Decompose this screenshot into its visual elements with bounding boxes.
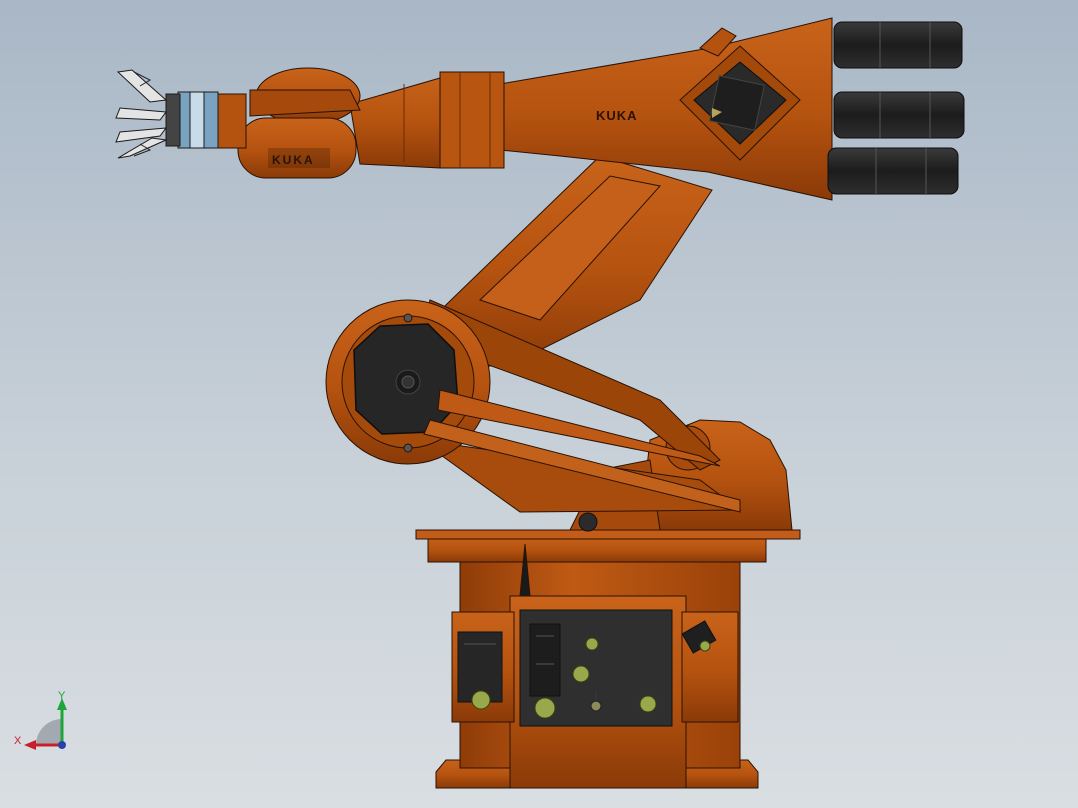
robot-wrist[interactable]: KUKA [212,68,360,178]
robot-base[interactable] [416,530,800,788]
gripper[interactable] [116,70,218,158]
x-axis-label: X [14,735,22,747]
kuka-logo-upper-arm: KUKA [596,108,638,123]
coordinate-triad: Y X [14,690,67,750]
cad-viewport[interactable]: KUKA KUKA [0,0,1078,808]
kuka-logo-wrist: KUKA [272,153,315,167]
robot-model[interactable]: KUKA KUKA [0,0,1078,808]
y-axis-label: Y [58,690,66,702]
counterweight-cylinders[interactable] [828,22,964,194]
